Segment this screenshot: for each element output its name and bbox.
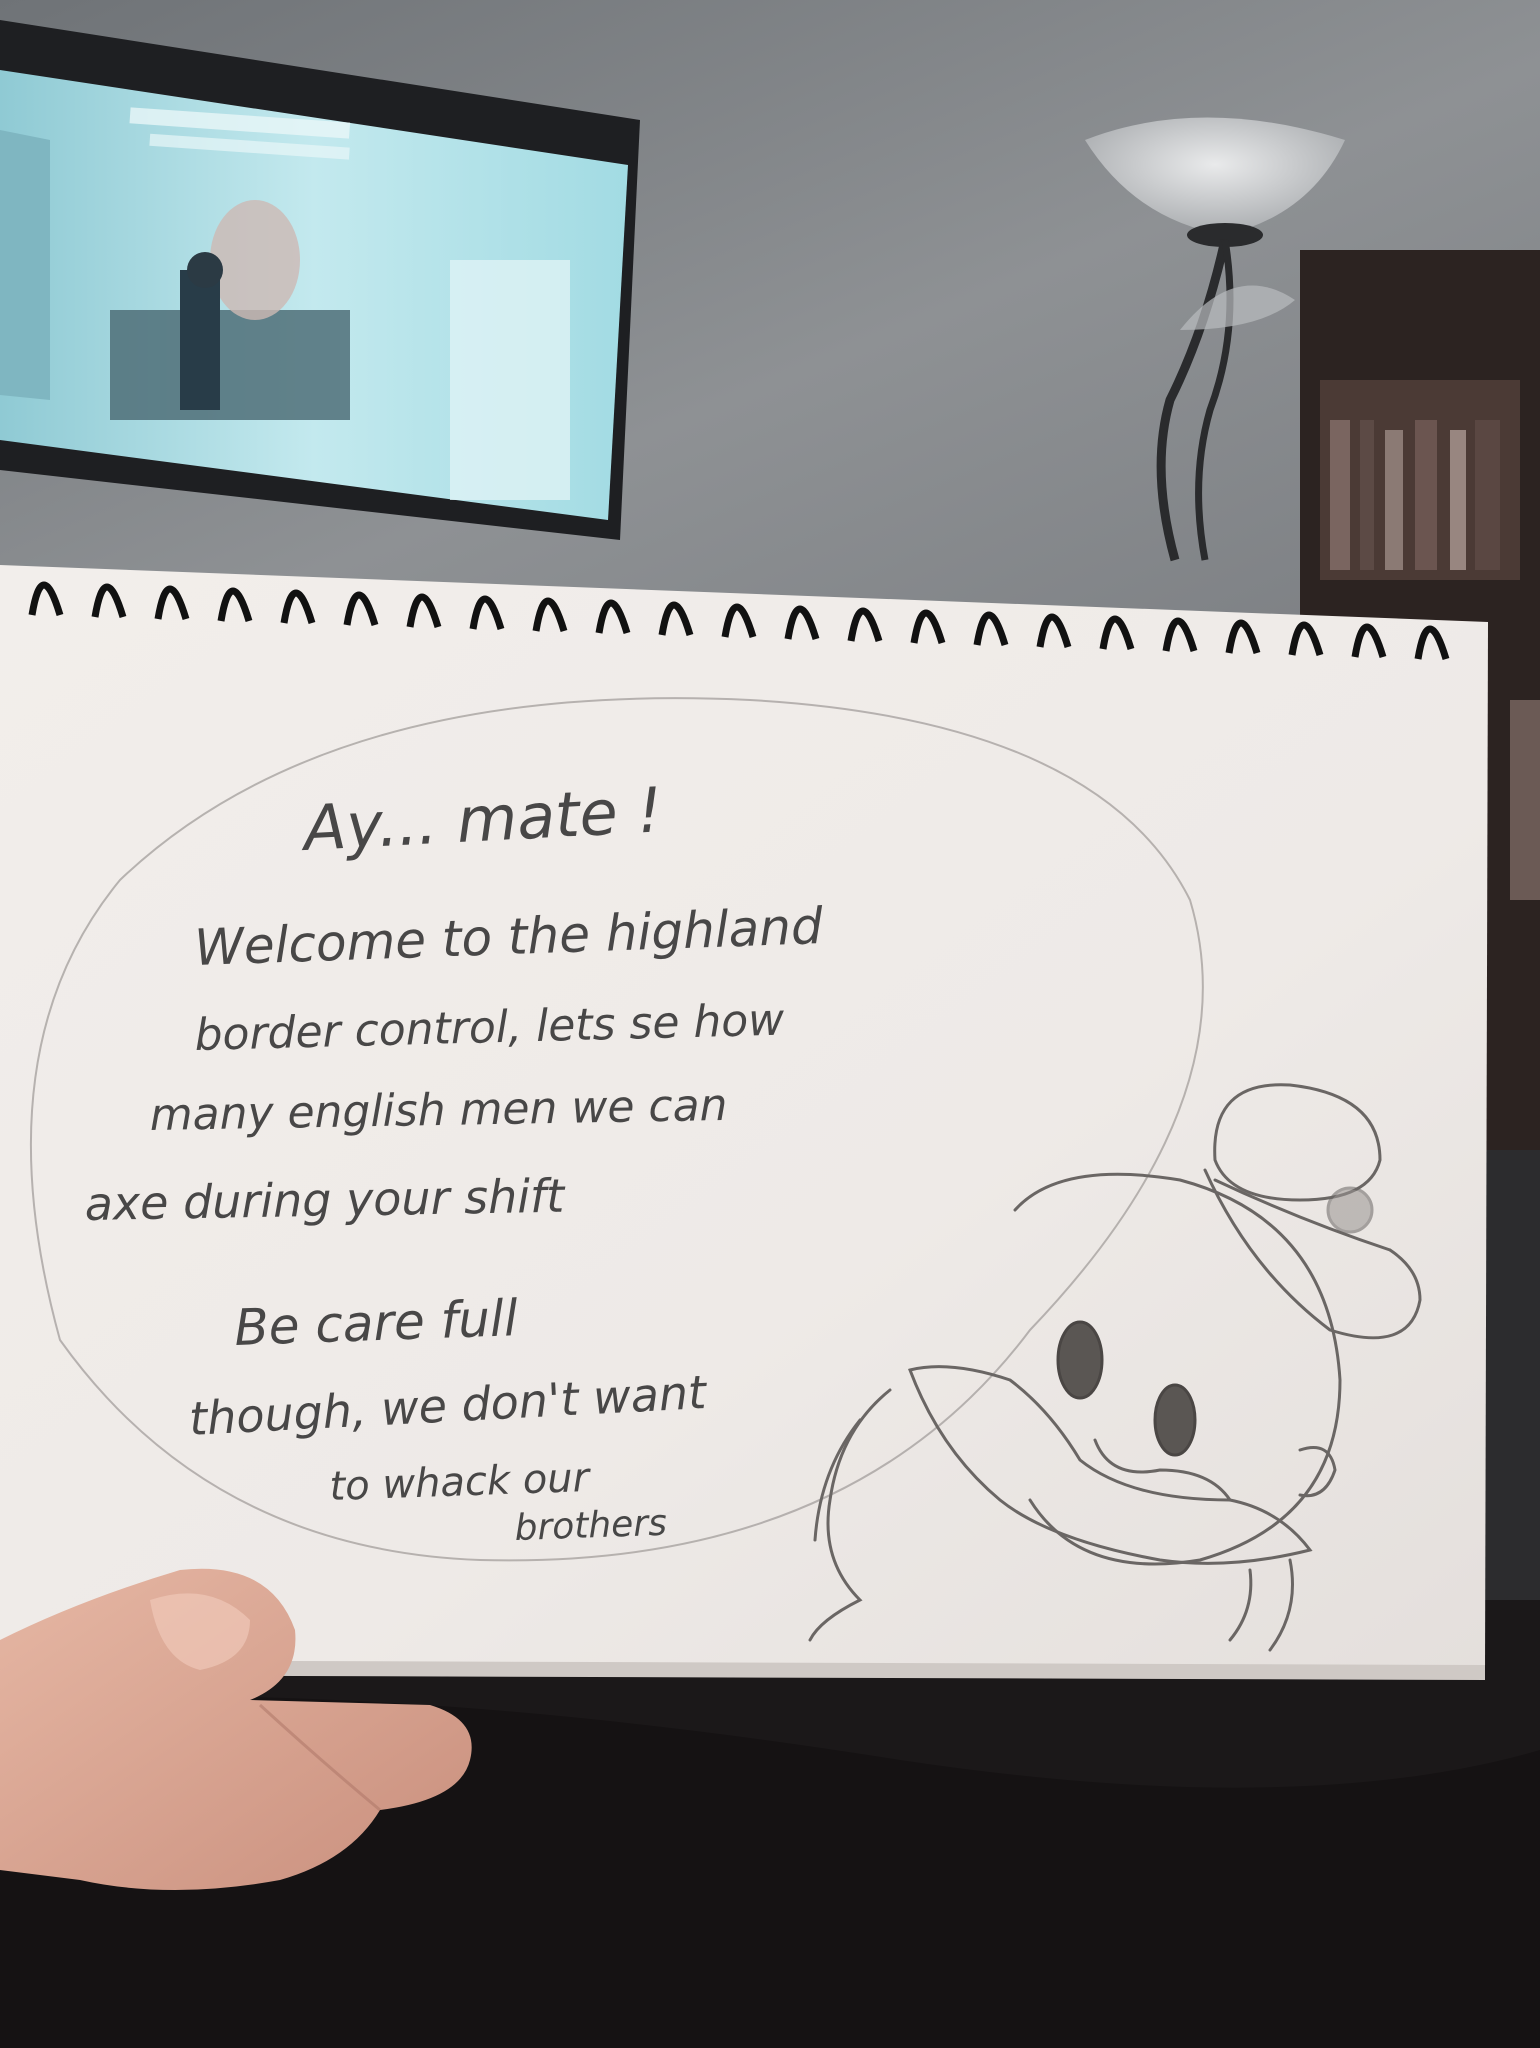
photo-scene: Ay... mate ! Welcome to the highland bor… [0, 0, 1540, 2048]
bubble-line-9: brothers [514, 1503, 668, 1549]
bubble-line-6: Be care full [233, 1289, 518, 1357]
bubble-line-5: axe during your shift [84, 1169, 566, 1231]
sketchbook: Ay... mate ! Welcome to the highland bor… [0, 565, 1488, 1680]
bubble-line-4: many english men we can [149, 1080, 728, 1141]
bubble-line-8: to whack our [329, 1455, 593, 1510]
photo-canvas: Ay... mate ! Welcome to the highland bor… [0, 0, 1540, 2048]
